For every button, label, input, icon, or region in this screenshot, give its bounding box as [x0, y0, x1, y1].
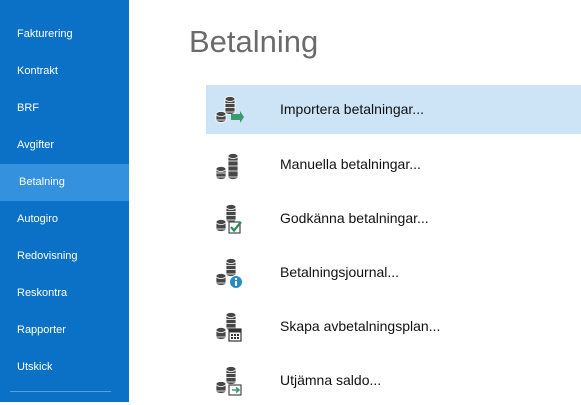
coins-info-icon — [211, 256, 245, 290]
action-utjamna-saldo[interactable]: Utjämna saldo... — [206, 356, 581, 405]
coins-icon — [211, 148, 245, 182]
action-skapa-avbetalningsplan[interactable]: Skapa avbetalningsplan... — [206, 302, 581, 351]
coins-import-icon — [211, 93, 245, 127]
sidebar-item-kontrakt[interactable]: Kontrakt — [0, 53, 129, 90]
action-importera-betalningar[interactable]: Importera betalningar... — [206, 85, 581, 134]
action-label: Godkänna betalningar... — [280, 210, 429, 226]
action-label: Skapa avbetalningsplan... — [280, 318, 441, 334]
sidebar-item-brf[interactable]: BRF — [0, 90, 129, 127]
coins-calendar-icon — [211, 310, 245, 344]
sidebar-item-redovisning[interactable]: Redovisning — [0, 238, 129, 275]
action-manuella-betalningar[interactable]: Manuella betalningar... — [206, 140, 581, 189]
action-label: Manuella betalningar... — [280, 156, 421, 172]
action-label: Betalningsjournal... — [280, 264, 400, 280]
sidebar-nav: Fakturering Kontrakt BRF Avgifter Betaln… — [0, 0, 129, 402]
action-label: Utjämna saldo... — [280, 372, 382, 388]
sidebar-divider — [10, 391, 111, 392]
sidebar-item-avgifter[interactable]: Avgifter — [0, 127, 129, 164]
action-betalningsjournal[interactable]: Betalningsjournal... — [206, 248, 581, 297]
sidebar-item-reskontra[interactable]: Reskontra — [0, 275, 129, 312]
coins-balance-icon — [211, 364, 245, 398]
action-label: Importera betalningar... — [280, 101, 424, 117]
page-title: Betalning — [189, 24, 319, 59]
action-godkanna-betalningar[interactable]: Godkänna betalningar... — [206, 194, 581, 243]
sidebar-item-autogiro[interactable]: Autogiro — [0, 201, 129, 238]
sidebar-item-utskick[interactable]: Utskick — [0, 349, 129, 386]
coins-approve-icon — [211, 202, 245, 236]
sidebar-item-fakturering[interactable]: Fakturering — [0, 16, 129, 53]
sidebar-item-betalning[interactable]: Betalning — [0, 164, 129, 201]
sidebar-item-rapporter[interactable]: Rapporter — [0, 312, 129, 349]
